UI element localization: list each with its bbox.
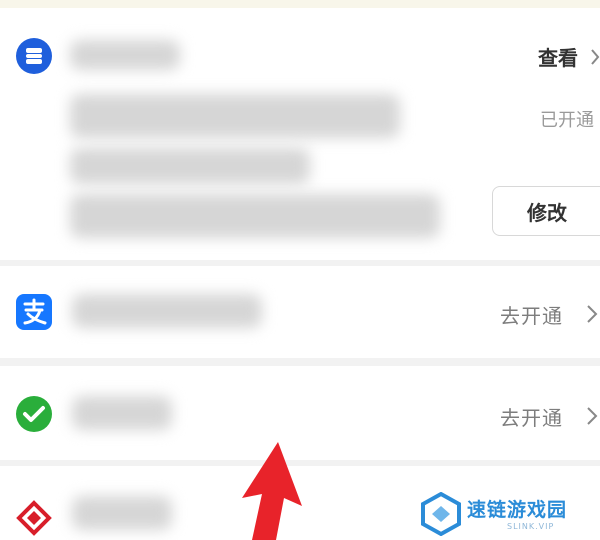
masked-card-details (70, 194, 440, 238)
bound-card-panel: 查看 已开通 修改 (0, 8, 600, 260)
alipay-row[interactable]: 去开通 (0, 266, 600, 358)
chevron-right-icon (587, 305, 598, 323)
masked-account-name (72, 294, 262, 328)
watermark-subtitle: SLINK.VIP (507, 522, 555, 531)
red-arrow-pointer (242, 442, 302, 540)
chevron-right-icon (587, 407, 598, 425)
watermark-logo-icon (421, 492, 461, 536)
unionpay-icon (16, 500, 52, 536)
masked-card-details (70, 94, 400, 138)
masked-account-name (72, 496, 172, 530)
edit-button[interactable]: 修改 (492, 186, 600, 236)
masked-card-name (70, 40, 180, 70)
top-strip (0, 0, 600, 8)
chevron-right-icon (591, 49, 600, 65)
masked-account-name (72, 396, 172, 430)
activate-link[interactable]: 去开通 (500, 300, 563, 329)
status-text: 已开通 (540, 110, 594, 131)
bank-card-icon (16, 38, 52, 74)
watermark-title: 速链游戏园 (467, 499, 568, 521)
wechat-pay-icon (16, 396, 52, 432)
masked-card-details (70, 148, 310, 184)
view-link[interactable]: 查看 (538, 42, 578, 71)
activate-link[interactable]: 去开通 (500, 402, 563, 431)
alipay-icon (16, 294, 52, 330)
